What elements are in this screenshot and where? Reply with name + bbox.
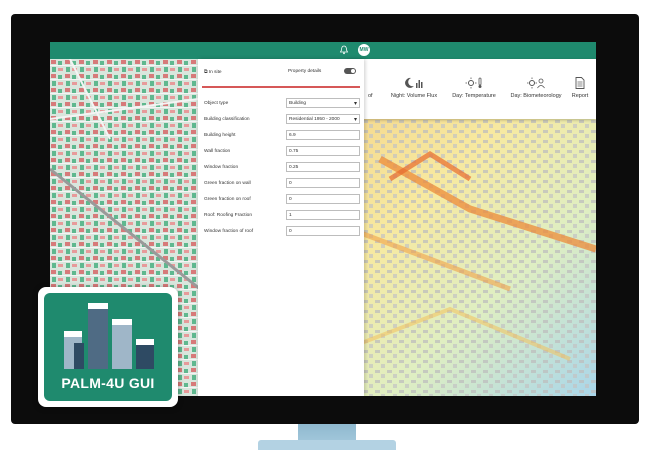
top-bar: MW bbox=[50, 42, 596, 59]
tool-night-volume-flux[interactable]: Night: Volume Flux bbox=[386, 77, 442, 99]
field-label: Green fraction on roof bbox=[204, 197, 251, 202]
wall-fraction-input[interactable]: 0.75 bbox=[286, 146, 360, 156]
tool-label: Day: Temperature bbox=[452, 93, 496, 99]
tab-in-site[interactable]: ⧉ In site bbox=[204, 69, 222, 75]
tool-label: Night: Volume Flux bbox=[390, 93, 438, 99]
green-fraction-wall-input[interactable]: 0 bbox=[286, 178, 360, 188]
property-panel: ⧉ In site Property details Object type B… bbox=[198, 59, 364, 396]
analysis-toolbar: of Night: Volume Flux Day: Temperature D… bbox=[346, 59, 596, 119]
monitor-base bbox=[258, 440, 396, 450]
field-label: Green fraction on wall bbox=[204, 181, 251, 186]
field-building-height: Building height 6.9 bbox=[202, 130, 362, 142]
sun-person-icon bbox=[527, 77, 545, 89]
field-window-fraction: Window fraction 0.25 bbox=[202, 162, 362, 174]
tab-property-details[interactable]: Property details bbox=[288, 69, 321, 74]
field-label: Object type bbox=[204, 101, 229, 106]
panel-tabs: ⧉ In site Property details bbox=[198, 67, 364, 81]
field-label: Wall fraction bbox=[204, 149, 231, 154]
roofing-fraction-input[interactable]: 1 bbox=[286, 210, 360, 220]
active-tab-indicator bbox=[202, 86, 360, 88]
field-object-type: Object type Building bbox=[202, 98, 362, 110]
tab-label: In site bbox=[208, 70, 222, 75]
field-building-classification: Building classification Residential 1950… bbox=[202, 114, 362, 126]
window-fraction-roof-input[interactable]: 0 bbox=[286, 226, 360, 236]
bell-icon[interactable] bbox=[339, 45, 349, 55]
layers-icon: ⧉ bbox=[204, 70, 208, 75]
toolbar-partial-label: of bbox=[368, 93, 373, 99]
green-fraction-roof-input[interactable]: 0 bbox=[286, 194, 360, 204]
building-classification-select[interactable]: Residential 1950 - 2000 bbox=[286, 114, 360, 125]
moon-bars-icon bbox=[405, 77, 423, 88]
window-fraction-input[interactable]: 0.25 bbox=[286, 162, 360, 172]
tool-day-temperature[interactable]: Day: Temperature bbox=[446, 77, 502, 99]
field-label: Building height bbox=[204, 133, 236, 138]
tool-label: Report bbox=[571, 93, 589, 99]
palm4u-logo: PALM-4U GUI bbox=[38, 287, 178, 407]
field-label: Window fraction bbox=[204, 165, 239, 170]
field-label: Building classification bbox=[204, 117, 250, 122]
logo-text: PALM-4U GUI bbox=[61, 375, 155, 391]
field-roofing-fraction: Roof: Roofing Fraction 1 bbox=[202, 210, 362, 222]
field-wall-fraction: Wall fraction 0.75 bbox=[202, 146, 362, 158]
object-type-select[interactable]: Building bbox=[286, 98, 360, 109]
sun-thermometer-icon bbox=[465, 77, 482, 89]
building-height-input[interactable]: 6.9 bbox=[286, 130, 360, 140]
document-icon bbox=[575, 77, 585, 89]
building-bars-icon bbox=[64, 303, 154, 369]
property-toggle[interactable] bbox=[344, 68, 356, 74]
tool-report[interactable]: Report bbox=[566, 77, 594, 99]
field-label: Window fraction of roof bbox=[204, 229, 254, 234]
field-window-fraction-roof: Window fraction of roof 0 bbox=[202, 226, 362, 238]
field-label: Roof: Roofing Fraction bbox=[204, 213, 252, 218]
logo-badge: PALM-4U GUI bbox=[44, 293, 172, 401]
tool-label: Day: Biometeorology bbox=[510, 93, 562, 99]
field-green-fraction-roof: Green fraction on roof 0 bbox=[202, 194, 362, 206]
user-avatar[interactable]: MW bbox=[358, 44, 370, 56]
field-green-fraction-wall: Green fraction on wall 0 bbox=[202, 178, 362, 190]
tool-day-biometeorology[interactable]: Day: Biometeorology bbox=[506, 77, 566, 99]
